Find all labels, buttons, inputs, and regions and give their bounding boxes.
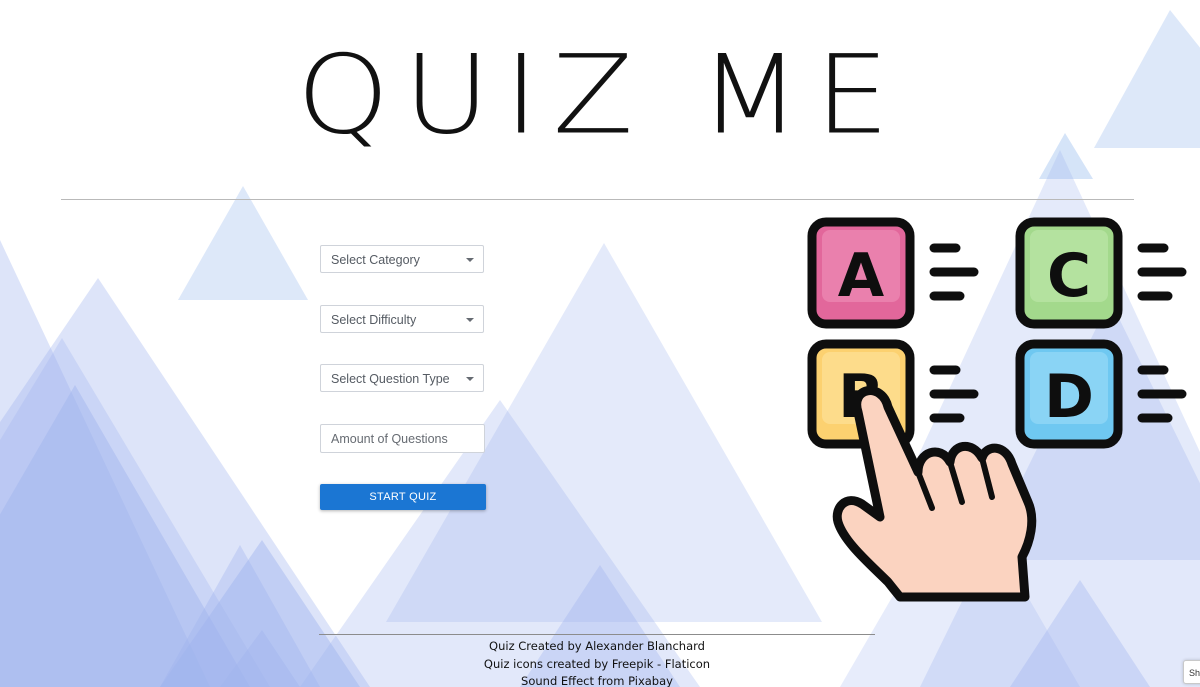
difficulty-select-label: Select Difficulty xyxy=(331,313,417,327)
answer-c-letter: C xyxy=(1047,241,1091,311)
footer-credit-author: Quiz Created by Alexander Blanchard xyxy=(489,639,705,653)
footer-credit-sound: Sound Effect from Pixabay xyxy=(521,674,673,687)
category-select[interactable]: Select Category xyxy=(320,245,484,273)
difficulty-select[interactable]: Select Difficulty xyxy=(320,305,484,333)
title-divider xyxy=(61,199,1134,200)
footer: Quiz Created by Alexander Blanchard Quiz… xyxy=(319,638,875,687)
quiz-page: QUIZ ME Select Category Select Difficult… xyxy=(0,0,1200,687)
question-type-select-label: Select Question Type xyxy=(331,372,450,386)
footer-divider xyxy=(319,634,875,635)
chevron-down-icon xyxy=(466,318,474,322)
corner-button[interactable]: Sh xyxy=(1183,660,1200,684)
category-select-label: Select Category xyxy=(331,253,420,267)
start-quiz-button[interactable]: START QUIZ xyxy=(320,484,486,510)
amount-of-questions-input[interactable] xyxy=(320,424,485,453)
page-title: QUIZ ME xyxy=(296,31,904,159)
answer-a-letter: A xyxy=(838,241,885,311)
chevron-down-icon xyxy=(466,258,474,262)
answer-d-letter: D xyxy=(1044,362,1094,432)
question-type-select[interactable]: Select Question Type xyxy=(320,364,484,392)
chevron-down-icon xyxy=(466,377,474,381)
quiz-answer-icon: A C B D xyxy=(807,217,1187,602)
footer-credit-icons: Quiz icons created by Freepik - Flaticon xyxy=(483,656,711,671)
